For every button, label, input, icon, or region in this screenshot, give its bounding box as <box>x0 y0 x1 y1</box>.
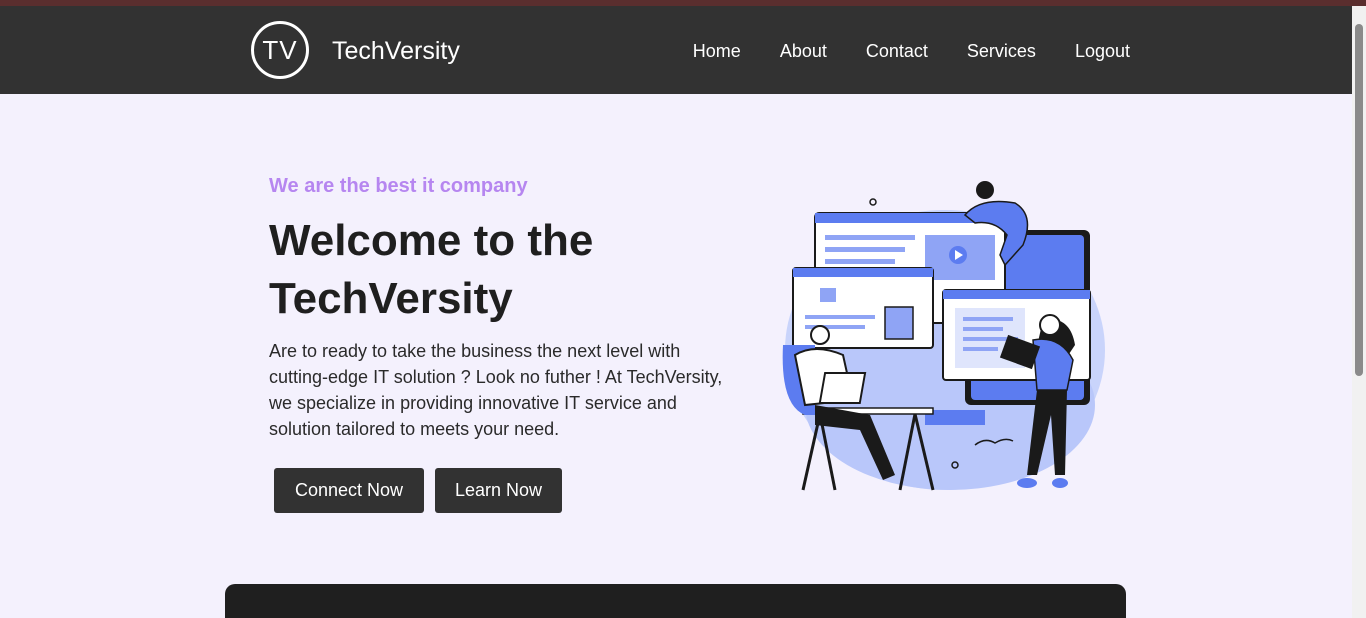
nav-contact[interactable]: Contact <box>866 41 928 62</box>
brand-name[interactable]: TechVersity <box>332 37 460 66</box>
nav-links: Home About Contact Services Logout <box>693 41 1130 62</box>
nav-home[interactable]: Home <box>693 41 741 62</box>
connect-now-button[interactable]: Connect Now <box>274 468 424 513</box>
hero-tagline: We are the best it company <box>269 175 528 197</box>
navbar: TV TechVersity Home About Contact Servic… <box>0 6 1352 94</box>
team-working-illustration <box>782 181 1105 491</box>
nav-logout[interactable]: Logout <box>1075 41 1130 62</box>
nav-about[interactable]: About <box>780 41 827 62</box>
learn-now-button[interactable]: Learn Now <box>435 468 562 513</box>
nav-services[interactable]: Services <box>967 41 1036 62</box>
dark-section-card <box>225 584 1126 618</box>
page-scrollbar[interactable] <box>1352 6 1366 618</box>
hero-description: Are to ready to take the business the ne… <box>269 341 723 439</box>
logo-icon[interactable]: TV <box>251 21 309 79</box>
hero-title: Welcome to the TechVersity <box>269 216 594 323</box>
scrollbar-thumb[interactable] <box>1355 24 1363 376</box>
